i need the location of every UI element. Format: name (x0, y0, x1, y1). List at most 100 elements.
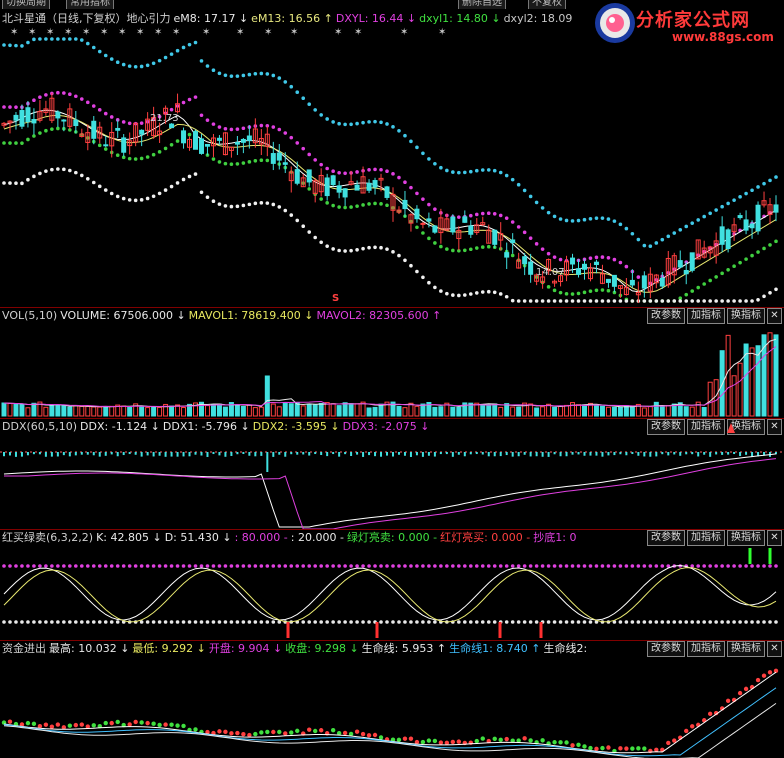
dxyl-band-dots (546, 251, 551, 256)
money-flow-dot (330, 727, 336, 733)
volume-bar (240, 406, 246, 417)
lower-band-dots (768, 290, 772, 295)
volume-bar (558, 405, 564, 417)
money-flow-dot (761, 673, 767, 678)
lower-band-dots (504, 294, 509, 299)
dxyl-band-dots (217, 125, 222, 129)
candle-body (372, 180, 378, 188)
dxyl1-band-dots (463, 248, 467, 253)
dxyl-band-dots (229, 127, 234, 132)
lower-band-dots (175, 181, 180, 185)
upper-band-dots (193, 40, 198, 45)
volume-bar (611, 406, 617, 417)
volume-bar (707, 381, 713, 417)
kd-lower-dots (480, 620, 485, 624)
volume-bar (7, 403, 13, 417)
upper-band-dots (612, 219, 617, 223)
kd-upper-dots (175, 564, 180, 568)
lower-band-dots (468, 292, 473, 296)
volume-bar (629, 405, 635, 417)
no-restore-button[interactable]: 不复权 (528, 0, 566, 9)
dxyl-band-dots (522, 230, 527, 235)
lower-band-dots (433, 285, 437, 290)
candle-body (25, 107, 31, 123)
lower-band-dots (588, 299, 593, 303)
lower-band-dots (295, 218, 300, 223)
kd-upper-dots (337, 564, 341, 568)
money-flow-dot (312, 728, 318, 734)
ddx-bar (242, 452, 245, 455)
volume-bar (534, 407, 540, 417)
kd-chart[interactable] (0, 530, 784, 640)
ddx-bar (224, 452, 227, 457)
upper-band-dots (397, 128, 401, 133)
money-flow-dot (636, 746, 641, 751)
main-candlestick-chart[interactable]: ✶ ✶ ✶ ✶ ✶ ✶ ✶ ✶ ✶ ✶ ✶ ✶ ✶ ✶ ✶ ✶ ✶ ✶ 21.73 14.07 S (0, 9, 784, 307)
volume-bar (378, 403, 384, 417)
dxyl-band-dots (498, 213, 503, 218)
candle-body (91, 120, 97, 139)
signal-marker-icon: ✶ (28, 27, 36, 38)
candle-body (246, 135, 252, 141)
delete-selfselect-button[interactable]: 删除自选 (458, 0, 506, 9)
kd-lower-dots (211, 620, 216, 624)
switch-period-button[interactable]: 切换周期 (2, 0, 50, 9)
volume-bar (713, 379, 719, 417)
kd-lower-dots (504, 620, 509, 624)
dxyl1-band-dots (600, 288, 605, 292)
volume-bar (318, 402, 324, 417)
lower-band-dots (600, 299, 605, 303)
dxyl1-band-dots (588, 289, 593, 293)
em13-line (3, 114, 777, 293)
ddx-bar (517, 452, 520, 457)
money-flow-dot (737, 690, 743, 696)
lower-band-dots (217, 202, 222, 206)
vol-panel: VOL(5,10) VOLUME: 67506.000 ↓ MAVOL1: 7861… (0, 308, 784, 418)
upper-band-dots (223, 73, 228, 78)
money-flow-dot (474, 738, 479, 744)
dxyl1-band-dots (8, 141, 12, 145)
ddx-bar (104, 452, 107, 456)
ddx-bar (32, 452, 35, 455)
lower-band-dots (313, 235, 317, 240)
dxyl-band-dots (277, 127, 282, 132)
ddx-bar (254, 452, 257, 457)
ddx-bar (619, 452, 622, 455)
money-flow-dot (265, 729, 270, 735)
upper-band-dots (121, 62, 126, 67)
lower-band-dots (103, 188, 108, 192)
kd-lower-dots (510, 620, 515, 624)
kd-lower-dots (103, 620, 108, 624)
candle-body (528, 261, 534, 275)
ddx-bar (314, 452, 317, 455)
kd-upper-dots (726, 564, 730, 568)
candle-body (677, 260, 683, 268)
ddx-chart[interactable] (0, 419, 784, 529)
upper-band-dots (474, 168, 479, 173)
dxyl1-band-dots (145, 155, 150, 159)
volume-chart[interactable] (0, 308, 784, 418)
money-flow-chart[interactable] (0, 641, 784, 758)
volume-bar (372, 406, 378, 417)
kd-upper-dots (498, 564, 503, 568)
volume-bar (689, 406, 695, 417)
kd-lower-dots (421, 620, 425, 624)
lower-band-dots (391, 250, 395, 254)
volume-bar (396, 405, 402, 417)
dxyl1-band-dots (44, 128, 48, 133)
kd-upper-dots (20, 564, 24, 568)
ddx-bar (380, 452, 383, 457)
upper-band-dots (750, 188, 754, 193)
common-indicators-button[interactable]: 常用指标 (66, 0, 114, 9)
upper-band-dots (480, 168, 485, 172)
kd-lower-dots (74, 620, 78, 624)
candle-body (426, 218, 432, 222)
dxyl-band-dots (636, 275, 641, 279)
dxyl-band-dots (558, 257, 563, 262)
lower-band-dots (684, 299, 689, 303)
dxyl1-band-dots (582, 290, 587, 295)
kd-lower-dots (732, 620, 736, 624)
money-flow-dot (528, 738, 533, 743)
lower-band-dots (211, 199, 216, 204)
volume-bar (204, 405, 210, 417)
